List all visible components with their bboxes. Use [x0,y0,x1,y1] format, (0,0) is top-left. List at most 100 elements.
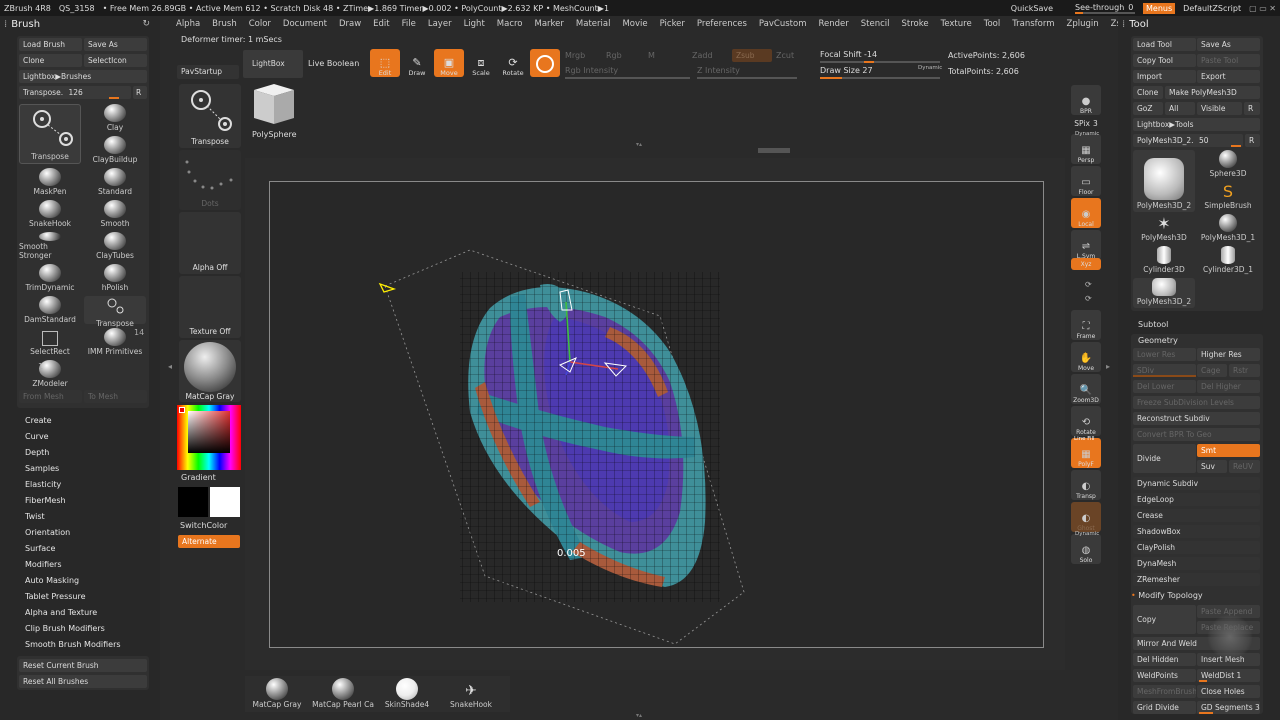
primary-color-swatch[interactable] [210,487,240,517]
brush-clay[interactable]: Clay [84,104,146,132]
brush-r-button[interactable]: R [133,86,147,99]
section-create[interactable]: Create [18,414,148,428]
load-tool-button[interactable]: Load Tool [1133,38,1196,51]
mrgb-button[interactable]: Mrgb [565,51,585,60]
tool-saveas-button[interactable]: Save As [1197,38,1260,51]
focal-shift-slider[interactable]: Focal Shift -14 [820,50,877,59]
m-button[interactable]: M [648,51,655,60]
smt-toggle[interactable]: Smt [1197,444,1260,457]
tool-r-button[interactable]: R [1244,102,1260,115]
to-mesh-button[interactable]: To Mesh [84,390,147,403]
brush-zmodeler[interactable]: ZModeler [19,360,81,388]
alpha-off-item[interactable]: Alpha Off [179,212,241,274]
make-polymesh-button[interactable]: Make PolyMesh3D [1165,86,1260,99]
spix-slider[interactable]: SPix 3 [1071,114,1101,128]
shelf-collapse-icon[interactable]: ▾▴ [614,141,664,148]
brush-hpolish[interactable]: hPolish [84,264,146,292]
brush-transpose[interactable]: Transpose [19,104,81,164]
subtool-section[interactable]: Subtool [1138,320,1168,329]
section-alpha-and-texture[interactable]: Alpha and Texture [18,606,148,620]
menu-render[interactable]: Render [812,19,854,29]
transp-button[interactable]: ◐ Transp [1071,470,1101,500]
brush-maskpen[interactable]: MaskPen [19,168,81,196]
menu-brush[interactable]: Brush [206,19,243,29]
solo-button[interactable]: ◍ Solo [1071,534,1101,564]
geo-dynamic-subdiv[interactable]: Dynamic Subdiv [1133,477,1260,490]
geo-claypolish[interactable]: ClayPolish [1133,541,1260,554]
material-skinshade4[interactable]: SkinShade4 [382,677,432,711]
menu-material[interactable]: Material [570,19,617,29]
menu-layer[interactable]: Layer [422,19,458,29]
divide-button[interactable]: Divide [1133,444,1196,473]
paste-tool-button[interactable]: Paste Tool [1197,54,1260,67]
section-auto-masking[interactable]: Auto Masking [18,574,148,588]
tool-simplebrush-2[interactable]: S SimpleBrush [1197,182,1259,212]
switchcolor-button[interactable]: SwitchColor [180,521,227,530]
visible-button[interactable]: Visible [1197,102,1242,115]
script-button[interactable]: DefaultZScript [1183,4,1241,13]
material-snakehook[interactable]: ✈ SnakeHook [446,677,496,711]
zoom3d-button[interactable]: 🔍 Zoom3D [1071,374,1101,404]
gizmo-button[interactable] [530,49,560,77]
rotate-x-icon[interactable]: ⟳ [1085,280,1092,289]
copy-topology-button[interactable]: Copy [1133,605,1196,634]
draw-size-slider[interactable]: Draw Size 27 [820,66,873,75]
brush-saveas-button[interactable]: Save As [84,38,147,51]
brush-claybuildup[interactable]: ClayBuildup [84,136,146,164]
tool-polymesh3d-1-4[interactable]: PolyMesh3D_1 [1197,214,1259,244]
tool-polymesh3d-3[interactable]: ✶ PolyMesh3D [1133,214,1195,244]
brush-clone-button[interactable]: Clone [19,54,82,67]
dynamic-persp-toggle[interactable]: Dynamic [1075,131,1099,137]
section-twist[interactable]: Twist [18,510,148,524]
secondary-color-swatch[interactable] [178,487,208,517]
current-tool-slider[interactable]: PolyMesh3D_2. 50 [1133,134,1243,147]
from-mesh-button[interactable]: From Mesh [19,390,82,403]
dots-stroke-item[interactable]: Dots [179,150,241,210]
close-holes-button[interactable]: Close Holes [1197,685,1260,698]
menu-light[interactable]: Light [458,19,491,29]
convert-bpr-button[interactable]: Convert BPR To Geo [1133,428,1260,441]
cage-button[interactable]: Cage [1197,364,1227,377]
pavstartup-button[interactable]: PavStartup [177,65,239,79]
section-depth[interactable]: Depth [18,446,148,460]
brush-selectrect[interactable]: SelectRect [19,328,81,356]
polyf-button[interactable]: ▦ PolyF [1071,438,1101,468]
del-hidden-button[interactable]: Del Hidden [1133,653,1196,666]
rotate-view-button[interactable]: ⟲ Rotate [1071,406,1101,436]
shelf-splitter[interactable] [758,148,790,153]
xyz-button[interactable]: Xyz [1071,258,1101,270]
menu-edit[interactable]: Edit [367,19,395,29]
menu-stencil[interactable]: Stencil [855,19,896,29]
lightbox-button[interactable]: LightBox [243,50,303,78]
all-button[interactable]: All [1165,102,1195,115]
brush-claytubes[interactable]: ClayTubes [84,232,146,260]
menu-tool[interactable]: Tool [978,19,1007,29]
polysphere-tool[interactable] [250,80,296,126]
geo-crease[interactable]: Crease [1133,509,1260,522]
bpr-button[interactable]: ● BPR [1071,85,1101,115]
del-higher-button[interactable]: Del Higher [1197,380,1260,393]
dynamic-toggle[interactable]: Dynamic [918,65,942,71]
brush-smooth[interactable]: Smooth [84,200,146,228]
rstr-button[interactable]: Rstr [1229,364,1260,377]
material-matcap-gray[interactable]: MatCap Gray [252,677,302,711]
scale-button[interactable]: ⧈ Scale [466,49,496,78]
floor-button[interactable]: ▭ Floor [1071,166,1101,196]
reset-all-brushes-button[interactable]: Reset All Brushes [19,675,147,688]
grid-divide-button[interactable]: Grid Divide [1133,701,1196,714]
brush-transpose[interactable]: Transpose [84,296,146,328]
menu-pavcustom[interactable]: PavCustom [753,19,813,29]
persp-button[interactable]: ▦ Persp [1071,134,1101,164]
menu-transform[interactable]: Transform [1006,19,1060,29]
dynamic-solo-toggle[interactable]: Dynamic [1075,531,1099,537]
left-collapse-icon[interactable]: ◂ [168,362,172,371]
transpose-shelf-item[interactable]: Transpose [179,84,241,148]
reset-current-brush-button[interactable]: Reset Current Brush [19,659,147,672]
draw-button[interactable]: ✎ Draw [402,49,432,78]
section-fibermesh[interactable]: FiberMesh [18,494,148,508]
refresh-icon[interactable]: ↻ [142,19,150,29]
brush-trimdynamic[interactable]: TrimDynamic [19,264,81,292]
menu-stroke[interactable]: Stroke [895,19,934,29]
meshfrombrush-button[interactable]: MeshFromBrush [1133,685,1196,698]
zadd-button[interactable]: Zadd [692,51,713,60]
